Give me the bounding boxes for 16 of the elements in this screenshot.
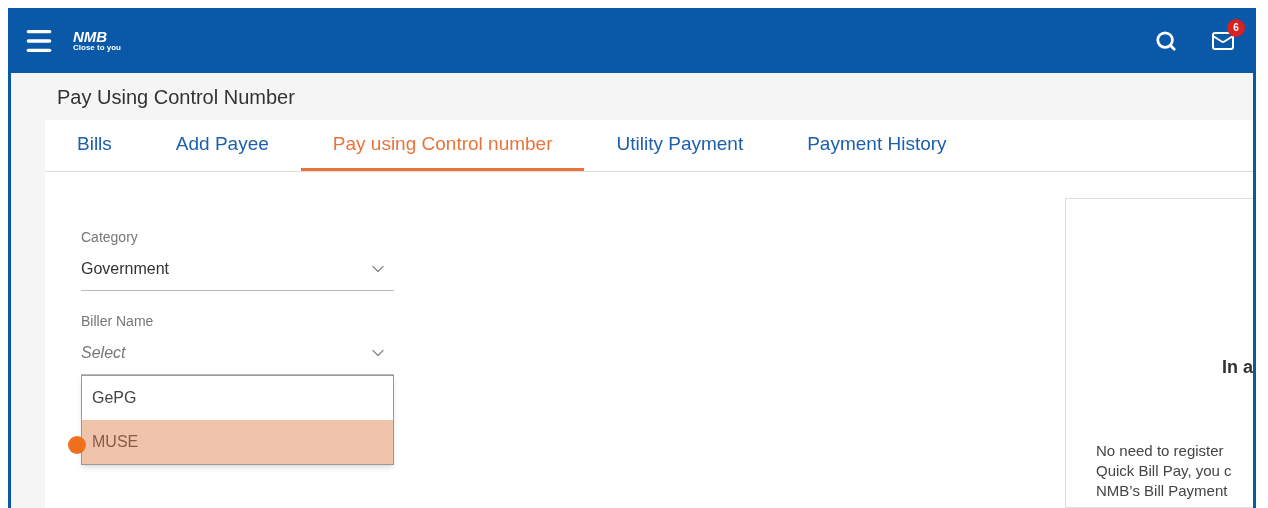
page-title: Pay Using Control Number — [57, 84, 295, 110]
cursor-marker — [68, 436, 86, 454]
dropdown-option[interactable]: MUSE — [82, 420, 393, 464]
field-label: Biller Name — [81, 312, 155, 331]
logo[interactable]: NMB Close to you — [73, 29, 121, 52]
tab[interactable]: Bills — [45, 120, 144, 171]
info-text: No need to register Quick Bill Pay, you c NMB’s Bill Payment — [1096, 441, 1232, 501]
search-icon[interactable] — [1155, 29, 1177, 52]
category-dropdown[interactable]: Government — [81, 248, 394, 291]
tab[interactable]: Add Payee — [143, 120, 301, 171]
info-heading: In a — [1222, 356, 1253, 379]
dropdown-option[interactable]: GePG — [82, 376, 393, 420]
notification-badge: 6 — [1227, 18, 1245, 37]
field-label: Category — [81, 228, 139, 247]
tab[interactable]: Utility Payment — [584, 120, 776, 171]
tab[interactable]: Payment History — [775, 120, 979, 171]
